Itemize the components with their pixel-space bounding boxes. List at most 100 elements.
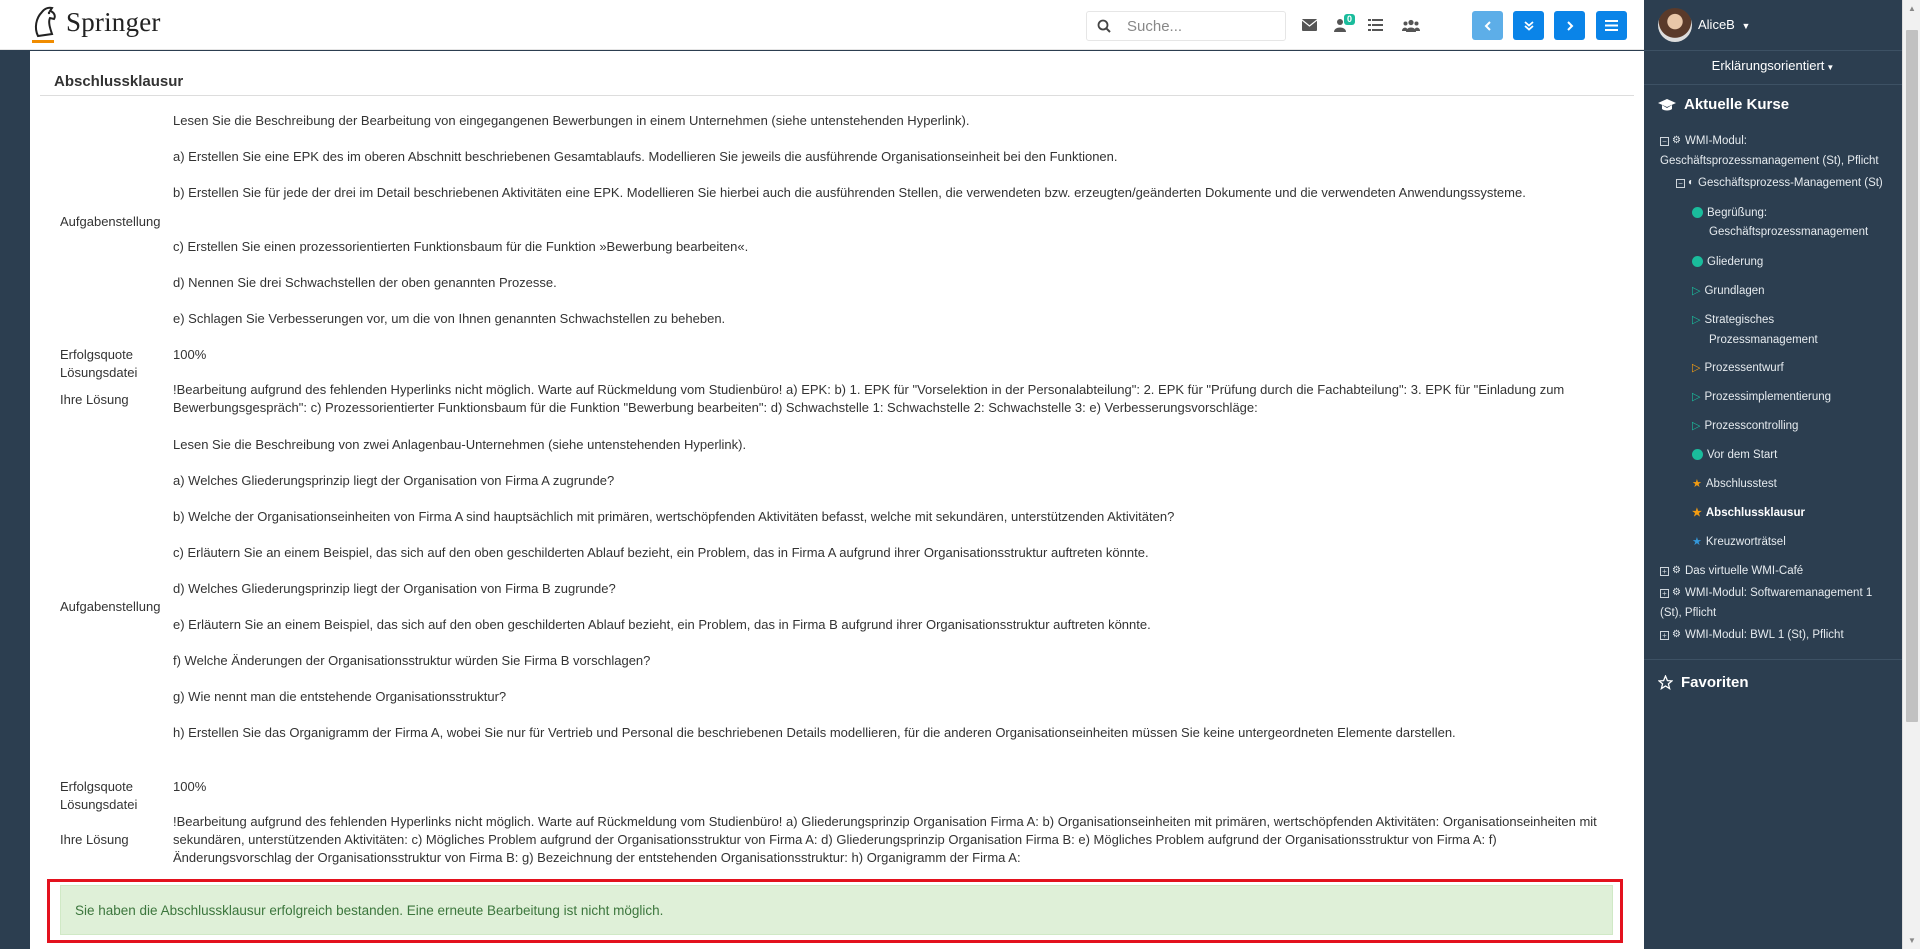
chevron-left-icon xyxy=(1484,20,1491,31)
q1-intro: Lesen Sie die Beschreibung der Bearbeitu… xyxy=(173,113,970,128)
list-icon[interactable] xyxy=(1365,16,1385,34)
favorites-heading-label: Favoriten xyxy=(1681,674,1749,691)
expand-icon[interactable]: + xyxy=(1660,588,1669,598)
search-icon[interactable] xyxy=(1087,19,1121,33)
envelope-icon[interactable] xyxy=(1299,16,1319,34)
sidebar-item-label-line2: Prozessmanagement xyxy=(1709,334,1818,346)
q1-task-d: d) Nennen Sie drei Schwachstellen der ob… xyxy=(173,275,557,290)
collapse-icon[interactable]: − xyxy=(1676,178,1685,188)
previous-button[interactable] xyxy=(1472,11,1503,40)
sidebar-item-kreuzwortraetsel[interactable]: ★ Kreuzworträtsel xyxy=(1692,532,1786,552)
collapse-icon[interactable]: − xyxy=(1660,136,1669,146)
q2-label-solution: Ihre Lösung xyxy=(60,832,129,847)
sidebar-item-label: Prozessimplementierung xyxy=(1704,391,1832,404)
expand-icon[interactable]: + xyxy=(1660,566,1669,576)
course-label: WMI-Modul: Softwaremanagement 1 xyxy=(1684,587,1873,600)
q2-task-h: h) Erstellen Sie das Organigramm der Fir… xyxy=(173,725,1456,740)
sidebar-item-label: Grundlagen xyxy=(1704,285,1765,298)
expand-icon[interactable]: + xyxy=(1660,630,1669,640)
sidebar-divider xyxy=(1644,50,1902,51)
q1-solution: !Bearbeitung aufgrund des fehlenden Hype… xyxy=(173,382,1565,415)
q2-task-d: d) Welches Gliederungsprinzip liegt der … xyxy=(173,581,616,596)
caret-down-icon: ▼ xyxy=(1741,21,1751,31)
sidebar-item-strategisches[interactable]: ▷ Strategisches xyxy=(1692,310,1774,330)
search-input[interactable] xyxy=(1127,17,1277,35)
sidebar-item-begruessung[interactable]: Begrüßung: xyxy=(1692,203,1767,223)
sidebar-item-grundlagen[interactable]: ▷ Grundlagen xyxy=(1692,281,1765,301)
course-wmi-cafe[interactable]: + ⚙ Das virtuelle WMI-Café xyxy=(1660,561,1803,581)
course-bwl[interactable]: + ⚙ WMI-Modul: BWL 1 (St), Pflicht xyxy=(1660,625,1844,645)
sidebar-item-prozesscontrolling[interactable]: ▷ Prozesscontrolling xyxy=(1692,416,1798,436)
top-bar: Springer 0 xyxy=(0,0,1644,50)
sidebar-item-label: Kreuzworträtsel xyxy=(1705,536,1786,549)
q2-label-file: Lösungsdatei xyxy=(60,797,138,812)
course-icon: ◐ xyxy=(1688,177,1695,188)
q1-label-file: Lösungsdatei xyxy=(60,365,138,380)
bikes-icon: ⚙ xyxy=(1672,135,1681,146)
play-icon: ▷ xyxy=(1692,420,1701,432)
course-gpm-line2: Geschäftsprozessmanagement (St), Pflicht xyxy=(1660,155,1879,167)
bikes-icon: ⚙ xyxy=(1672,587,1681,598)
sidebar: AliceB ▼ Erklärungsorientiert ▼ Aktuelle … xyxy=(1644,0,1902,949)
menu-icon xyxy=(1605,20,1618,31)
graduation-cap-icon xyxy=(1658,98,1676,110)
q2-task-b: b) Welche der Organisationseinheiten von… xyxy=(173,509,1175,524)
star-icon: ★ xyxy=(1692,507,1702,519)
star-icon: ★ xyxy=(1692,536,1702,548)
success-alert: Sie haben die Abschlussklausur erfolgrei… xyxy=(60,885,1613,935)
sidebar-item-prozessentwurf[interactable]: ▷ Prozessentwurf xyxy=(1692,358,1784,378)
sidebar-item-label: Begrüßung: xyxy=(1707,207,1768,219)
q2-task-g: g) Wie nennt man die entstehende Organis… xyxy=(173,689,507,704)
user-menu[interactable]: AliceB ▼ xyxy=(1698,17,1750,32)
expand-down-button[interactable] xyxy=(1513,11,1544,40)
q2-quote: 100% xyxy=(173,779,207,794)
sidebar-item-label: Prozesscontrolling xyxy=(1704,420,1799,433)
sidebar-item-label-line2: Geschäftsprozessmanagement xyxy=(1709,226,1869,238)
username: AliceB xyxy=(1698,17,1735,32)
mode-label: Erklärungsorientiert xyxy=(1711,58,1825,73)
play-icon: ▷ xyxy=(1692,391,1701,403)
sidebar-item-label: Vor dem Start xyxy=(1707,449,1778,461)
page-scrollbar[interactable]: ▲ ▼ xyxy=(1902,0,1920,949)
sidebar-item-abschlussklausur[interactable]: ★ Abschlussklausur xyxy=(1692,503,1805,523)
sidebar-item-abschlusstest[interactable]: ★ Abschlusstest xyxy=(1692,474,1777,494)
subcourse-gpm[interactable]: − ◐ Geschäftsprozess-Management (St) xyxy=(1676,173,1883,193)
q1-task-c: c) Erstellen Sie einen prozessorientiert… xyxy=(173,239,749,254)
q1-quote: 100% xyxy=(173,347,207,362)
completed-dot-icon xyxy=(1692,207,1703,219)
scrollbar-thumb[interactable] xyxy=(1906,30,1918,722)
play-icon: ▷ xyxy=(1692,314,1701,326)
mode-selector[interactable]: Erklärungsorientiert ▼ xyxy=(1644,58,1902,73)
q1-task-a: a) Erstellen Sie eine EPK des im oberen … xyxy=(173,149,1118,164)
sidebar-item-vor-dem-start[interactable]: Vor dem Start xyxy=(1692,445,1777,465)
sidebar-divider xyxy=(1644,84,1902,85)
favorites-heading[interactable]: Favoriten xyxy=(1658,674,1749,691)
q2-task-c: c) Erläutern Sie an einem Beispiel, das … xyxy=(173,545,1149,560)
menu-button[interactable] xyxy=(1596,11,1627,40)
course-label: WMI-Modul: BWL 1 (St), Pflicht xyxy=(1684,629,1844,642)
q2-task-f: f) Welche Änderungen der Organisationsst… xyxy=(173,653,651,668)
notification-badge: 0 xyxy=(1344,14,1356,25)
play-icon: ▷ xyxy=(1692,285,1701,297)
q2-label-quote: Erfolgsquote xyxy=(60,779,133,794)
subcourse-label: Geschäftsprozess-Management (St) xyxy=(1698,177,1883,190)
completed-dot-icon xyxy=(1692,256,1703,268)
q2-task-e: e) Erläutern Sie an einem Beispiel, das … xyxy=(173,617,1151,632)
sidebar-item-gliederung[interactable]: Gliederung xyxy=(1692,252,1763,272)
springer-logo[interactable]: Springer xyxy=(28,4,161,43)
bikes-icon: ⚙ xyxy=(1672,565,1681,576)
users-icon[interactable] xyxy=(1401,16,1421,34)
scroll-down-arrow-icon[interactable]: ▼ xyxy=(1908,936,1916,945)
next-button[interactable] xyxy=(1554,11,1585,40)
play-icon: ▷ xyxy=(1692,362,1701,374)
courses-heading: Aktuelle Kurse xyxy=(1658,96,1789,113)
course-gpm[interactable]: − ⚙ WMI-Modul: xyxy=(1660,131,1747,151)
star-outline-icon xyxy=(1658,675,1673,690)
courses-heading-label: Aktuelle Kurse xyxy=(1684,96,1790,113)
sidebar-item-label: Gliederung xyxy=(1707,256,1764,268)
course-softwaremanagement[interactable]: + ⚙ WMI-Modul: Softwaremanagement 1 xyxy=(1660,583,1872,603)
q1-task-b: b) Erstellen Sie für jede der drei im De… xyxy=(173,185,1526,200)
avatar[interactable] xyxy=(1658,8,1692,42)
sidebar-item-prozessimplementierung[interactable]: ▷ Prozessimplementierung xyxy=(1692,387,1831,407)
scroll-up-arrow-icon[interactable]: ▲ xyxy=(1908,4,1916,13)
